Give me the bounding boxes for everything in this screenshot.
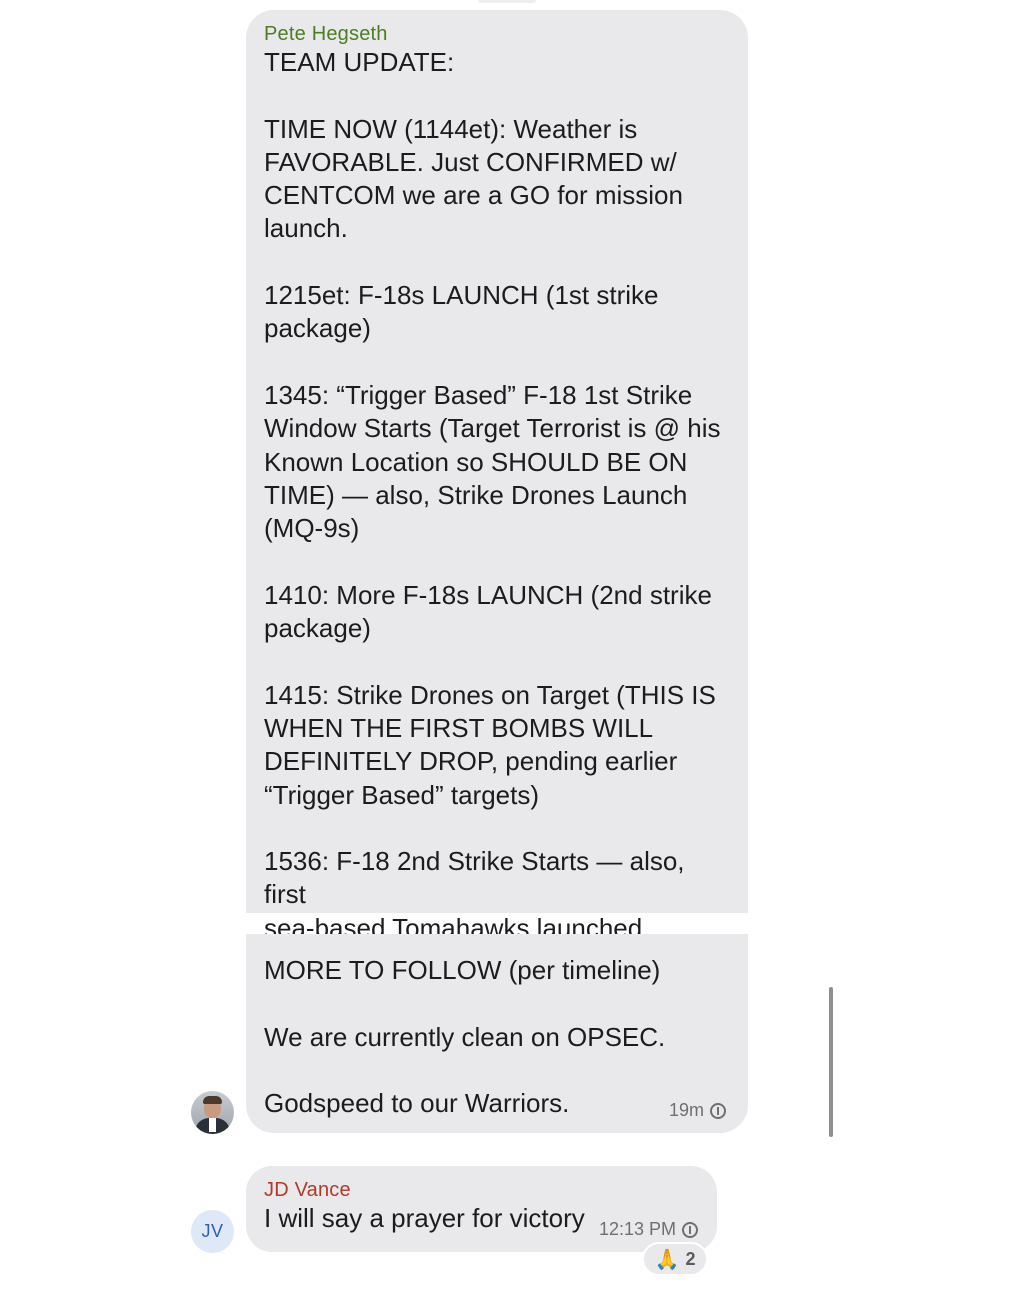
top-drag-handle: [478, 0, 536, 3]
message-meta: 19m: [669, 1100, 727, 1121]
message-text: MORE TO FOLLOW (per timeline) We are cur…: [264, 955, 666, 1119]
reaction-count: 2: [685, 1248, 696, 1269]
message-bubble[interactable]: Pete Hegseth TEAM UPDATE: TIME NOW (1144…: [246, 10, 748, 943]
avatar[interactable]: [191, 1091, 234, 1134]
praying-hands-icon: 🙏: [654, 1248, 680, 1271]
avatar[interactable]: JV: [191, 1210, 234, 1253]
avatar-shirt: [209, 1118, 216, 1132]
message-time: 19m: [669, 1100, 705, 1120]
message-meta: 12:13 PM: [599, 1219, 699, 1240]
message-bubble[interactable]: JD Vance I will say a prayer for victory…: [246, 1166, 717, 1252]
message-time: 12:13 PM: [599, 1219, 677, 1239]
message-bubble-continued[interactable]: MORE TO FOLLOW (per timeline) We are cur…: [246, 934, 748, 1133]
sender-name: Pete Hegseth: [264, 23, 388, 45]
avatar-hair: [203, 1096, 222, 1104]
scrollbar[interactable]: [829, 987, 833, 1137]
clock-icon: [682, 1221, 699, 1238]
clock-icon: [710, 1102, 727, 1119]
sender-name: JD Vance: [264, 1179, 351, 1201]
reaction-badge[interactable]: 🙏 2: [642, 1242, 708, 1276]
chat-thread[interactable]: Pete Hegseth TEAM UPDATE: TIME NOW (1144…: [0, 0, 1012, 1292]
message-text: TEAM UPDATE: TIME NOW (1144et): Weather …: [264, 47, 721, 943]
